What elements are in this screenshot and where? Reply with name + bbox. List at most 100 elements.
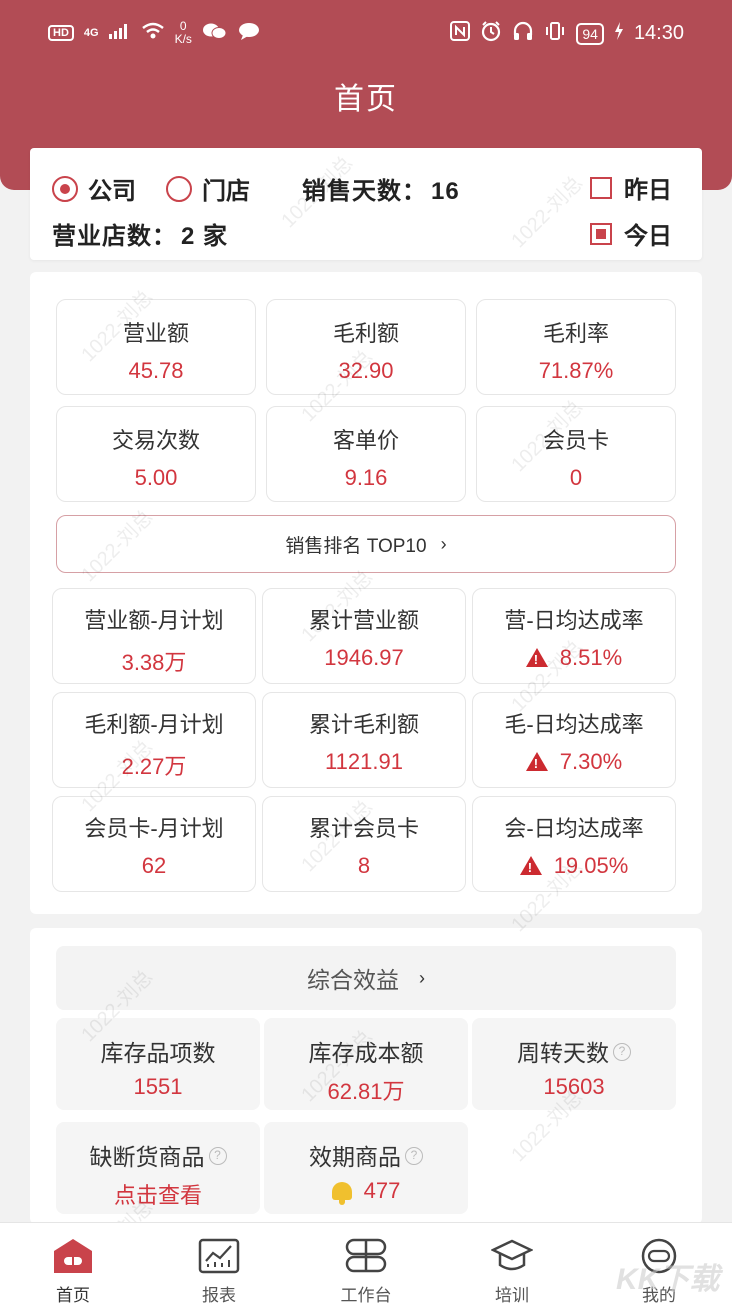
plan-value: 1946.97 (324, 645, 404, 670)
benefit-label: 库存品项数 (100, 1040, 216, 1066)
tab-home[interactable]: 首页 (13, 1223, 133, 1304)
benefit-value: 62.81万 (327, 1079, 405, 1104)
hd-indicator: HD (48, 25, 74, 41)
filter-card: 公司 门店 销售天数： 16 营业店数： 2 家 昨日 今日 (30, 148, 702, 260)
sales-ranking-top10-button[interactable]: 销售排名 TOP10 › (56, 515, 676, 573)
metric-value: 32.90 (338, 358, 394, 383)
benefit-tile-stock-cost[interactable]: 库存成本额 62.81万 (264, 1018, 468, 1110)
metric-value: 5.00 (134, 465, 178, 490)
plan-value: 1121.91 (325, 749, 403, 774)
battery-level: 94 (576, 22, 604, 45)
graduation-cap-icon (490, 1237, 534, 1275)
network-type: 4G (83, 27, 99, 39)
metric-tile-avg-ticket[interactable]: 客单价 9.16 (266, 406, 466, 502)
plan-tile-member-month[interactable]: 会员卡-月计划 62 (52, 796, 256, 892)
bell-icon (331, 1182, 352, 1205)
checkbox-yesterday-label: 昨日 (624, 177, 672, 204)
plan-label: 营业额-月计划 (84, 608, 224, 633)
plan-tile-revenue-cumulative[interactable]: 累计营业额 1946.97 (262, 588, 466, 684)
benefit-tile-out-of-stock[interactable]: 缺断货商品? 点击查看 (56, 1122, 260, 1214)
plan-value: 19.05% (553, 853, 629, 878)
store-count-value: 2 家 (181, 223, 229, 250)
wifi-icon (141, 22, 165, 45)
comprehensive-benefit-button[interactable]: 综合效益 › (56, 946, 676, 1010)
plan-tile-member-daily-rate[interactable]: 会-日均达成率 19.05% (472, 796, 676, 892)
headphones-icon (512, 21, 534, 46)
metric-label: 毛利额 (332, 321, 399, 346)
warning-icon (525, 752, 548, 771)
metric-value: 9.16 (344, 465, 388, 490)
signal-bars-icon (108, 23, 131, 44)
plan-tile-revenue-daily-rate[interactable]: 营-日均达成率 8.51% (472, 588, 676, 684)
sales-days: 销售天数： 16 (302, 171, 460, 206)
tab-label: 首页 (56, 1286, 90, 1304)
plan-value-wrap: 19.05% (473, 853, 675, 879)
sales-days-label: 销售天数： (302, 178, 427, 205)
plan-tile-member-cumulative[interactable]: 累计会员卡 8 (262, 796, 466, 892)
radio-company[interactable]: 公司 (52, 171, 136, 206)
help-icon[interactable]: ? (613, 1043, 631, 1061)
message-icon (238, 22, 260, 45)
status-left: HD 4G 0 K/s (48, 20, 260, 46)
vibrate-icon (544, 21, 566, 46)
chevron-right-icon: › (440, 533, 447, 554)
plan-value-wrap: 8.51% (473, 645, 675, 671)
radio-store[interactable]: 门店 (166, 171, 250, 206)
checkbox-checked-icon (590, 222, 612, 245)
sales-ranking-label: 销售排名 TOP10 (285, 535, 427, 557)
benefit-value: 15603 (543, 1074, 605, 1099)
benefit-tile-sku-count[interactable]: 库存品项数 1551 (56, 1018, 260, 1110)
checkbox-today[interactable]: 今日 (590, 216, 672, 251)
help-icon[interactable]: ? (208, 1147, 227, 1165)
store-count: 营业店数： 2 家 (52, 216, 228, 251)
plan-value: 8.51% (559, 645, 623, 670)
plan-tile-revenue-month[interactable]: 营业额-月计划 3.38万 (52, 588, 256, 684)
plan-tile-profit-daily-rate[interactable]: 毛-日均达成率 7.30% (472, 692, 676, 788)
metric-tile-member-card[interactable]: 会员卡 0 (476, 406, 676, 502)
plan-label: 累计毛利额 (308, 712, 419, 737)
plan-tile-profit-cumulative[interactable]: 累计毛利额 1121.91 (262, 692, 466, 788)
metric-tile-gross-margin[interactable]: 毛利率 71.87% (476, 299, 676, 395)
tab-reports[interactable]: 报表 (159, 1223, 279, 1304)
status-bar: HD 4G 0 K/s 94 14:30 (0, 0, 732, 66)
checkbox-today-label: 今日 (624, 223, 672, 250)
view-details-link[interactable]: 点击查看 (56, 1178, 260, 1210)
sales-days-value: 16 (431, 178, 460, 205)
metric-tile-gross-profit[interactable]: 毛利额 32.90 (266, 299, 466, 395)
plan-value: 62 (141, 853, 167, 878)
tab-workbench[interactable]: 工作台 (306, 1223, 426, 1304)
plan-value: 7.30% (559, 749, 623, 774)
metric-value: 45.78 (128, 358, 184, 383)
net-speed: 0 K/s (175, 20, 192, 46)
metric-label: 营业额 (122, 321, 189, 346)
wechat-icon (202, 22, 228, 45)
plan-label: 毛利额-月计划 (84, 712, 224, 737)
benefit-value: 477 (363, 1178, 401, 1203)
help-icon[interactable]: ? (405, 1147, 423, 1165)
benefit-tile-turnover-days[interactable]: 周转天数? 15603 (472, 1018, 676, 1110)
benefit-label-wrap: 效期商品? (264, 1138, 468, 1172)
metric-label: 客单价 (332, 428, 399, 453)
page-title: 首页 (334, 83, 398, 116)
tab-label: 报表 (202, 1286, 236, 1304)
metric-value: 71.87% (538, 358, 614, 383)
plan-tile-profit-month[interactable]: 毛利额-月计划 2.27万 (52, 692, 256, 788)
checkbox-yesterday[interactable]: 昨日 (590, 170, 672, 205)
plan-label: 累计会员卡 (308, 816, 419, 841)
chevron-right-icon: › (419, 967, 425, 988)
workbench-icon (345, 1237, 387, 1275)
tab-training[interactable]: 培训 (452, 1223, 572, 1304)
charging-icon (614, 22, 624, 45)
plan-value: 2.27万 (121, 754, 187, 779)
metric-tile-transactions[interactable]: 交易次数 5.00 (56, 406, 256, 502)
metric-tile-revenue[interactable]: 营业额 45.78 (56, 299, 256, 395)
plan-label: 会-日均达成率 (504, 816, 644, 841)
metric-label: 交易次数 (111, 428, 200, 453)
benefit-label: 库存成本额 (308, 1040, 424, 1066)
net-speed-value: 0 (179, 19, 187, 33)
home-icon (52, 1237, 94, 1275)
plan-value: 8 (357, 853, 371, 878)
benefit-tile-expiry-goods[interactable]: 效期商品? 477 (264, 1122, 468, 1214)
nfc-icon (450, 21, 471, 46)
benefit-label-wrap: 缺断货商品? (56, 1138, 260, 1172)
